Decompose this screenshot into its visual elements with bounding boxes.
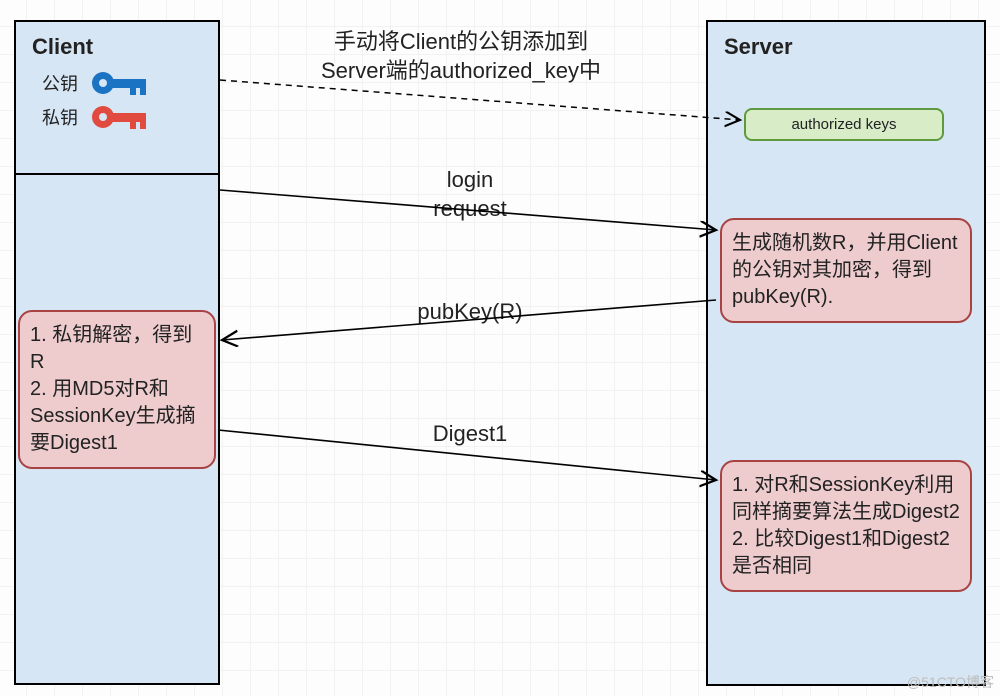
pubkey-row: 公钥 xyxy=(16,64,218,98)
arrow-label-login: login request xyxy=(390,166,550,223)
client-title: Client xyxy=(16,22,218,64)
privkey-label: 私钥 xyxy=(42,104,88,130)
server-compare-box: 1. 对R和SessionKey利用同样摘要算法生成Digest2 2. 比较D… xyxy=(720,460,972,592)
server-title: Server xyxy=(708,22,984,64)
server-generate-r-box: 生成随机数R，并用Client的公钥对其加密，得到pubKey(R). xyxy=(720,218,972,323)
watermark: @51CTO博客 xyxy=(907,672,994,692)
top-annotation: 手动将Client的公钥添加到 Server端的authorized_key中 xyxy=(306,28,616,85)
arrow-pubkey-to-server xyxy=(220,80,740,120)
authorized-keys-label: authorized keys xyxy=(791,116,896,133)
key-icon-private xyxy=(88,102,152,132)
arrow-label-digest1: Digest1 xyxy=(400,420,540,449)
pubkey-label: 公钥 xyxy=(42,70,88,96)
key-icon-public xyxy=(88,68,152,98)
client-header: Client 公钥 私钥 xyxy=(14,20,220,175)
client-decrypt-box: 1. 私钥解密，得到R 2. 用MD5对R和SessionKey生成摘要Dige… xyxy=(18,310,216,469)
arrow-label-pubkeyr: pubKey(R) xyxy=(380,298,560,327)
privkey-row: 私钥 xyxy=(16,98,218,132)
authorized-keys-box: authorized keys xyxy=(744,108,944,141)
